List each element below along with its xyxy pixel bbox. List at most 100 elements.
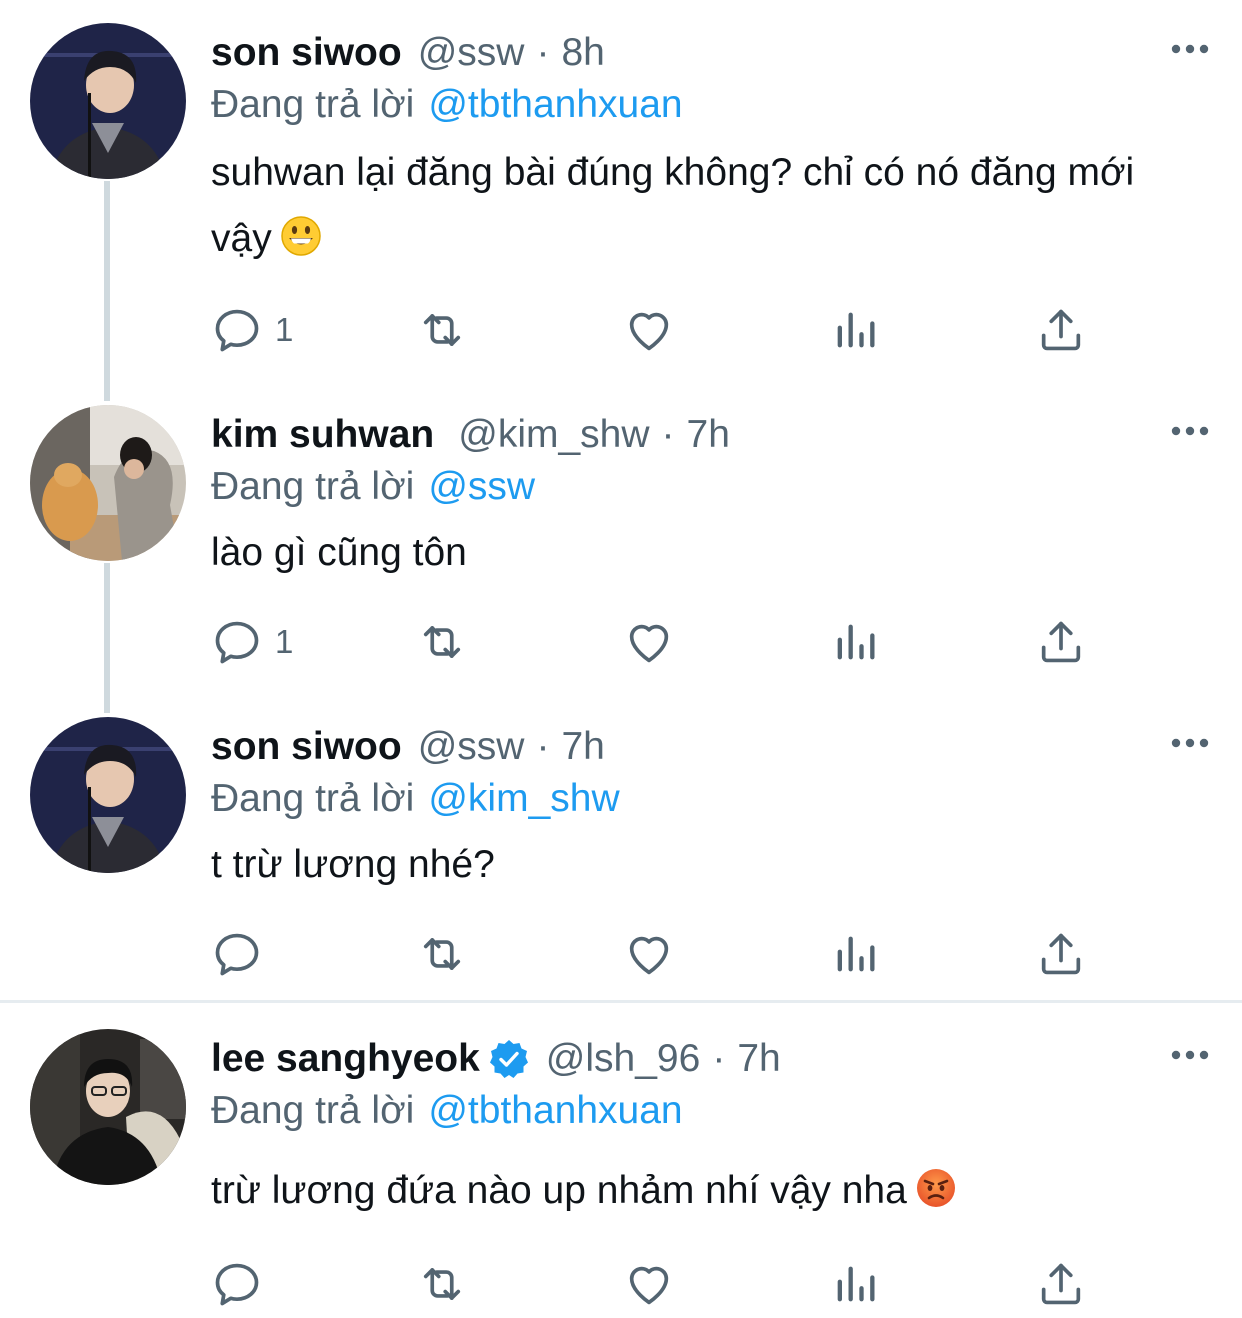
tweet-header: son siwoo @ssw · 8h: [211, 28, 605, 78]
tweet[interactable]: kim suhwan @kim_shw · 7h Đang trả lời @ss…: [0, 382, 1242, 712]
reply-count: 1: [275, 623, 294, 660]
replying-label: Đang trả lời: [211, 465, 415, 508]
tweet-text-content: t trừ lương nhé?: [211, 843, 495, 886]
replying-to: Đang trả lời @tbthanhxuan: [211, 1086, 683, 1136]
tweet-actions: [211, 1256, 1091, 1312]
display-name[interactable]: lee sanghyeok: [211, 1034, 480, 1084]
tweet[interactable]: lee sanghyeok @lsh_96 · 7h Đang trả lời @…: [0, 1006, 1242, 1318]
retweet-button[interactable]: [416, 302, 468, 358]
share-icon: [1035, 304, 1087, 356]
tweet-text: lào gì cũng tôn: [211, 520, 1201, 586]
reply-icon: [211, 928, 263, 980]
replying-mention[interactable]: @ssw: [428, 465, 535, 508]
grinning-face-emoji: [280, 215, 322, 257]
separator-dot: ·: [712, 1037, 726, 1080]
analytics-button[interactable]: [829, 614, 881, 670]
analytics-button[interactable]: [829, 302, 881, 358]
tweet-actions: 1: [211, 614, 1091, 670]
display-name[interactable]: kim suhwan: [211, 410, 434, 460]
replying-to: Đang trả lời @tbthanhxuan: [211, 80, 683, 130]
replying-to: Đang trả lời @ssw: [211, 462, 535, 512]
more-icon[interactable]: [1168, 732, 1212, 754]
user-handle[interactable]: @kim_shw: [458, 410, 649, 460]
share-button[interactable]: [1035, 926, 1087, 982]
like-button[interactable]: [623, 1256, 675, 1312]
timestamp[interactable]: 7h: [737, 1034, 780, 1084]
heart-icon: [623, 616, 675, 668]
retweet-button[interactable]: [416, 926, 468, 982]
heart-icon: [623, 304, 675, 356]
share-button[interactable]: [1035, 302, 1087, 358]
tweet-header: son siwoo @ssw · 7h: [211, 722, 605, 772]
share-icon: [1035, 616, 1087, 668]
reply-button[interactable]: 1: [211, 614, 293, 670]
heart-icon: [623, 928, 675, 980]
more-icon[interactable]: [1168, 420, 1212, 442]
reply-count: 1: [275, 311, 294, 348]
retweet-button[interactable]: [416, 1256, 468, 1312]
display-name[interactable]: son siwoo: [211, 28, 402, 78]
reply-icon: [211, 1258, 263, 1310]
replying-mention[interactable]: @kim_shw: [428, 777, 619, 820]
retweet-button[interactable]: [416, 614, 468, 670]
avatar[interactable]: [30, 717, 186, 873]
analytics-icon: [829, 616, 881, 668]
tweet-text: suhwan lại đăng bài đúng không? chỉ có n…: [211, 140, 1201, 272]
separator-dot: ·: [536, 31, 550, 74]
tweet-actions: 1: [211, 302, 1091, 358]
separator-dot: ·: [536, 725, 550, 768]
reply-button[interactable]: [211, 926, 275, 982]
more-icon[interactable]: [1168, 1044, 1212, 1066]
reply-icon: [211, 304, 263, 356]
user-handle[interactable]: @ssw: [418, 722, 525, 772]
replying-label: Đang trả lời: [211, 777, 415, 820]
user-handle[interactable]: @lsh_96: [546, 1034, 701, 1084]
replying-label: Đang trả lời: [211, 1089, 415, 1132]
analytics-icon: [829, 304, 881, 356]
reply-button[interactable]: [211, 1256, 275, 1312]
user-handle[interactable]: @ssw: [418, 28, 525, 78]
tweet[interactable]: son siwoo @ssw · 7h Đang trả lời @kim_shw…: [0, 694, 1242, 1000]
angry-face-emoji: [915, 1167, 957, 1209]
retweet-icon: [416, 928, 468, 980]
replying-label: Đang trả lời: [211, 83, 415, 126]
reply-button[interactable]: 1: [211, 302, 293, 358]
analytics-button[interactable]: [829, 1256, 881, 1312]
display-name[interactable]: son siwoo: [211, 722, 402, 772]
like-button[interactable]: [623, 926, 675, 982]
replying-mention[interactable]: @tbthanhxuan: [428, 1089, 682, 1132]
share-icon: [1035, 1258, 1087, 1310]
tweet-text-content: lào gì cũng tôn: [211, 531, 467, 574]
reply-icon: [211, 616, 263, 668]
retweet-icon: [416, 616, 468, 668]
avatar[interactable]: [30, 23, 186, 179]
more-icon[interactable]: [1168, 38, 1212, 60]
analytics-button[interactable]: [829, 926, 881, 982]
tweet-header: kim suhwan @kim_shw · 7h: [211, 410, 730, 460]
share-icon: [1035, 928, 1087, 980]
like-button[interactable]: [623, 614, 675, 670]
separator-dot: ·: [661, 413, 675, 456]
tweet-header: lee sanghyeok @lsh_96 · 7h: [211, 1034, 781, 1084]
timestamp[interactable]: 7h: [561, 722, 604, 772]
timestamp[interactable]: 8h: [561, 28, 604, 78]
tweet[interactable]: son siwoo @ssw · 8h Đang trả lời @tbthanh…: [0, 0, 1242, 400]
timestamp[interactable]: 7h: [687, 410, 730, 460]
share-button[interactable]: [1035, 1256, 1087, 1312]
tweet-text: trừ lương đứa nào up nhảm nhí vậy nha: [211, 1158, 1201, 1224]
avatar[interactable]: [30, 1029, 186, 1185]
replying-to: Đang trả lời @kim_shw: [211, 774, 620, 824]
avatar[interactable]: [30, 405, 186, 561]
tweet-text: t trừ lương nhé?: [211, 832, 1201, 898]
analytics-icon: [829, 1258, 881, 1310]
analytics-icon: [829, 928, 881, 980]
thread-divider: [0, 1000, 1242, 1003]
verified-badge-icon: [488, 1038, 530, 1080]
share-button[interactable]: [1035, 614, 1087, 670]
retweet-icon: [416, 1258, 468, 1310]
tweet-text-content: trừ lương đứa nào up nhảm nhí vậy nha: [211, 1169, 907, 1212]
like-button[interactable]: [623, 302, 675, 358]
replying-mention[interactable]: @tbthanhxuan: [428, 83, 682, 126]
retweet-icon: [416, 304, 468, 356]
tweet-actions: [211, 926, 1091, 982]
